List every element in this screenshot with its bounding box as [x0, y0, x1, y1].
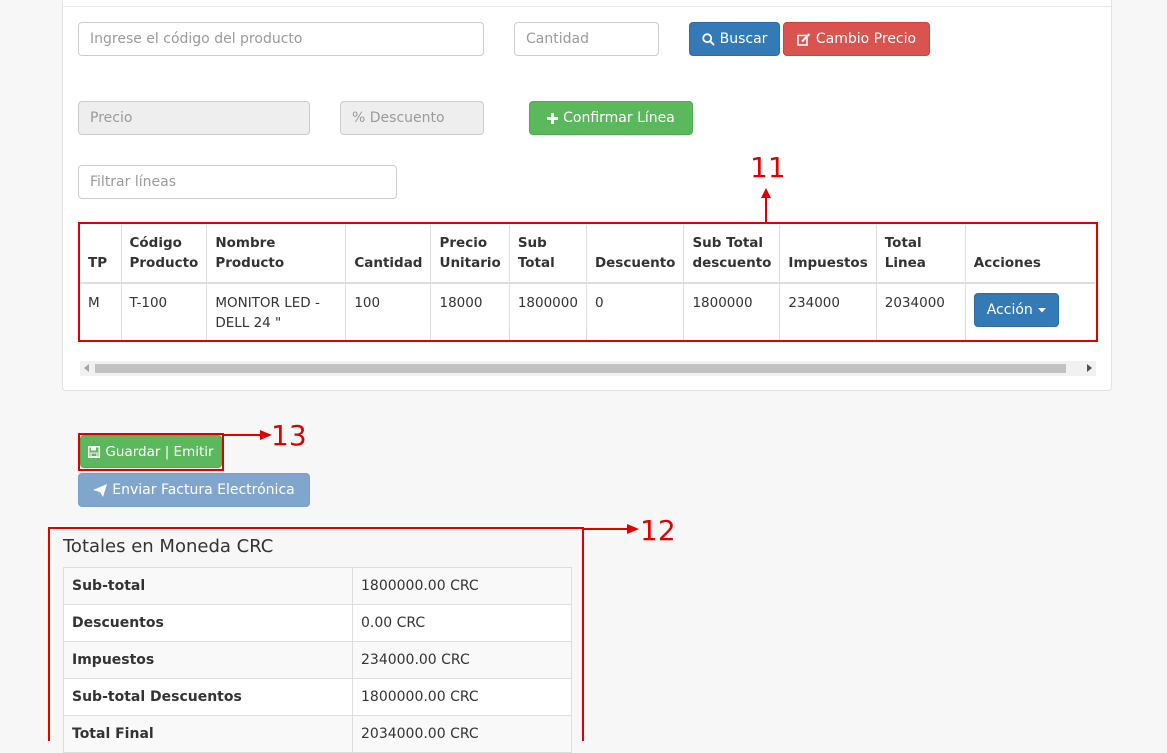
search-button-label: Buscar: [719, 31, 768, 47]
price-input[interactable]: [78, 101, 310, 135]
annotation-arrow-right-icon: [583, 524, 639, 534]
change-price-button[interactable]: Cambio Precio: [783, 22, 930, 56]
annotation-box-totals: [48, 527, 584, 741]
quantity-input[interactable]: [514, 22, 659, 56]
discount-input[interactable]: [340, 101, 484, 135]
scroll-right-arrow-icon[interactable]: [1087, 364, 1092, 372]
confirm-line-button[interactable]: Confirmar Línea: [529, 101, 693, 135]
annotation-arrow-up-icon: [761, 188, 771, 222]
product-code-input[interactable]: [78, 22, 484, 56]
search-button[interactable]: Buscar: [689, 22, 780, 56]
panel-divider: [63, 6, 1111, 7]
annotation-label-11: 11: [750, 151, 786, 184]
change-price-button-label: Cambio Precio: [815, 31, 917, 47]
table-horizontal-scrollbar[interactable]: [80, 361, 1096, 376]
send-electronic-invoice-button[interactable]: Enviar Factura Electrónica: [78, 473, 310, 507]
confirm-line-button-label: Confirmar Línea: [563, 110, 675, 126]
annotation-box-save: [78, 433, 224, 471]
scrollbar-thumb[interactable]: [95, 364, 1066, 373]
annotation-arrow-right-icon: [222, 430, 272, 440]
scroll-left-arrow-icon[interactable]: [84, 364, 89, 372]
edit-icon: [797, 32, 811, 46]
filter-lines-input[interactable]: [78, 165, 397, 199]
annotation-label-12: 12: [640, 514, 676, 547]
annotation-box-lines-table: [78, 222, 1098, 342]
send-electronic-invoice-label: Enviar Factura Electrónica: [112, 482, 295, 498]
plus-icon: [547, 112, 559, 124]
paper-plane-icon: [93, 483, 108, 497]
annotation-label-13: 13: [271, 419, 307, 452]
search-icon: [701, 32, 715, 46]
